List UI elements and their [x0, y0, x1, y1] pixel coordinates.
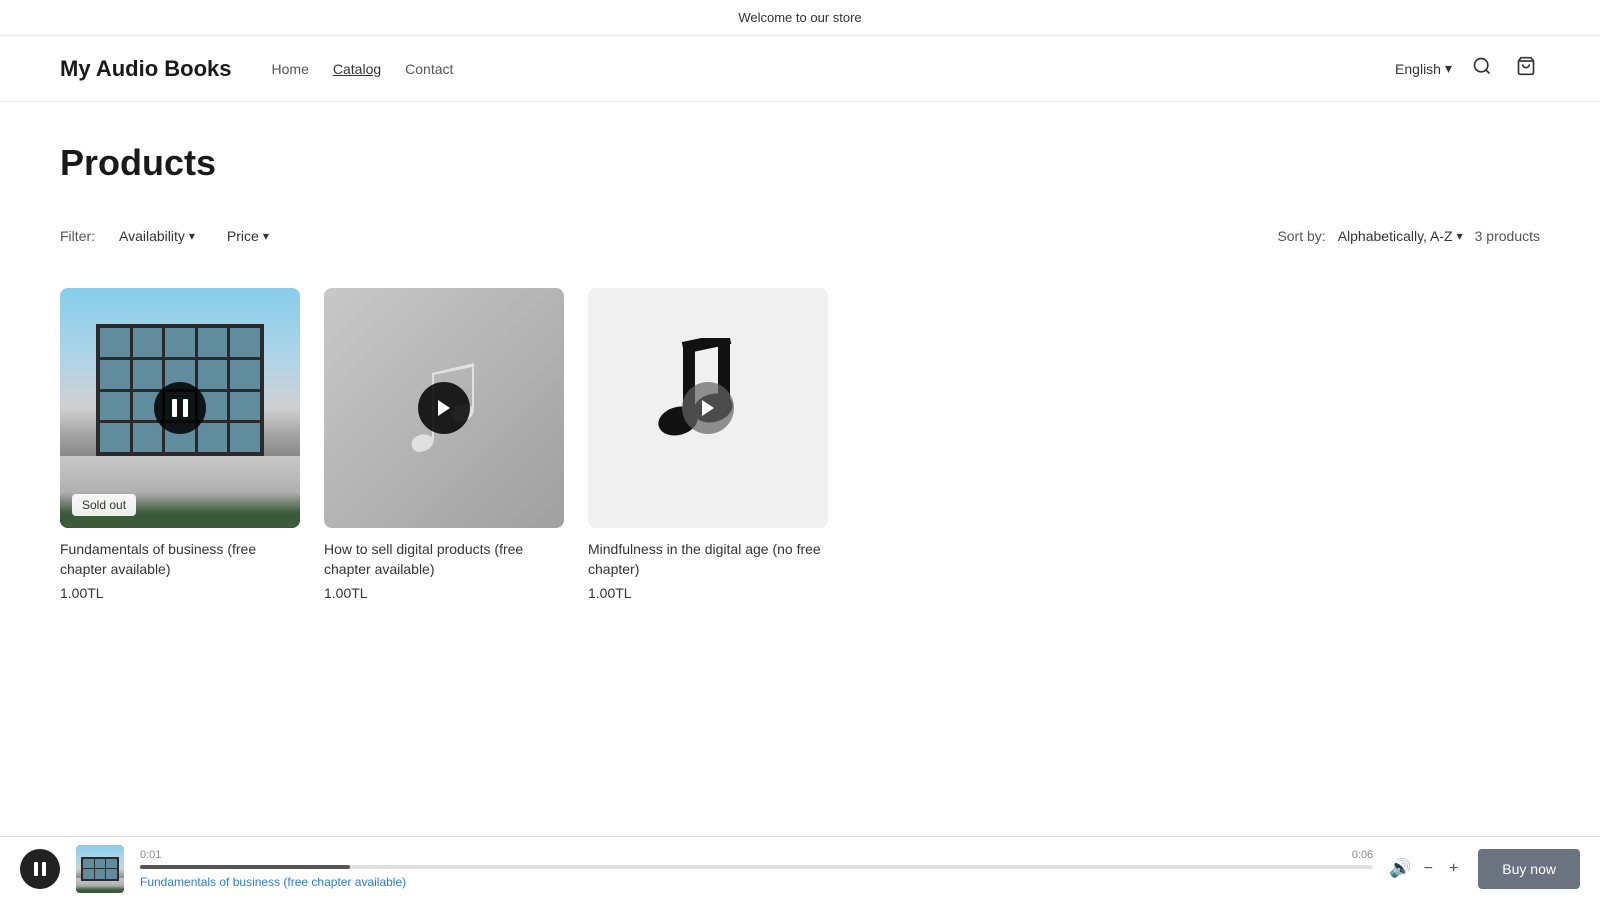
product-name-2: How to sell digital products (free chapt…	[324, 540, 564, 579]
announcement-text: Welcome to our store	[738, 10, 861, 25]
pause-icon	[172, 399, 188, 417]
nav-catalog[interactable]: Catalog	[333, 61, 381, 77]
language-selector[interactable]: English ▾	[1395, 60, 1452, 77]
product-price-3: 1.00TL	[588, 585, 828, 601]
sort-value: Alphabetically, A-Z	[1338, 228, 1453, 244]
ground	[60, 456, 300, 528]
window	[95, 869, 106, 879]
player-pause-button[interactable]	[20, 849, 60, 889]
cart-icon	[1516, 56, 1536, 76]
products-grid: Sold out Fundamentals of business (free …	[60, 288, 1540, 601]
window	[133, 360, 163, 389]
player-progress-section: 0:01 0:06 Fundamentals of business (free…	[140, 849, 1373, 889]
pause-button-overlay[interactable]	[154, 382, 206, 434]
player-progress-fill	[140, 865, 350, 869]
volume-icon: 🔊	[1389, 858, 1411, 879]
filter-sort-bar: Filter: Availability Price Sort by: Alph…	[60, 224, 1540, 264]
availability-filter[interactable]: Availability	[111, 224, 203, 248]
player-track-name: Fundamentals of business (free chapter a…	[140, 875, 1373, 889]
header: My Audio Books Home Catalog Contact Engl…	[0, 36, 1600, 102]
player-pause-icon	[34, 862, 46, 876]
volume-increase-button[interactable]: +	[1445, 858, 1462, 880]
play-icon	[436, 399, 452, 417]
player-current-time: 0:01	[140, 849, 161, 861]
window	[230, 392, 260, 421]
filter-label: Filter:	[60, 228, 95, 244]
products-count: 3 products	[1475, 228, 1540, 244]
product-card[interactable]: Sold out Fundamentals of business (free …	[60, 288, 300, 601]
availability-label: Availability	[119, 228, 185, 244]
product-card[interactable]: Mindfulness in the digital age (no free …	[588, 288, 828, 601]
window	[230, 423, 260, 452]
filter-group: Filter: Availability Price	[60, 224, 277, 248]
main-content: Products Filter: Availability Price Sort…	[0, 102, 1600, 681]
product-price-2: 1.00TL	[324, 585, 564, 601]
buy-now-button[interactable]: Buy now	[1478, 849, 1580, 889]
announcement-bar: Welcome to our store	[0, 0, 1600, 36]
window	[95, 859, 106, 869]
window	[198, 360, 228, 389]
player-progress-bar[interactable]	[140, 865, 1373, 869]
thumb-building	[81, 857, 119, 881]
window	[106, 859, 117, 869]
window	[100, 423, 130, 452]
window	[83, 859, 94, 869]
sort-label: Sort by:	[1277, 228, 1325, 244]
header-right: English ▾	[1395, 52, 1540, 85]
window	[230, 360, 260, 389]
product-name-3: Mindfulness in the digital age (no free …	[588, 540, 828, 579]
window	[230, 328, 260, 357]
window	[100, 392, 130, 421]
header-left: My Audio Books Home Catalog Contact	[60, 56, 453, 82]
play-button-overlay-3[interactable]	[682, 382, 734, 434]
product-price-1: 1.00TL	[60, 585, 300, 601]
volume-decrease-button[interactable]: −	[1420, 858, 1437, 880]
window	[198, 423, 228, 452]
play-icon	[700, 399, 716, 417]
store-title[interactable]: My Audio Books	[60, 56, 232, 82]
window	[165, 328, 195, 357]
search-icon	[1472, 56, 1492, 76]
player-time-row: 0:01 0:06	[140, 849, 1373, 861]
search-button[interactable]	[1468, 52, 1496, 85]
nav-contact[interactable]: Contact	[405, 61, 453, 77]
window	[83, 869, 94, 879]
nav-home[interactable]: Home	[272, 61, 309, 77]
sort-group: Sort by: Alphabetically, A-Z 3 products	[1277, 228, 1540, 244]
product-card[interactable]: How to sell digital products (free chapt…	[324, 288, 564, 601]
product-image-1: Sold out	[60, 288, 300, 528]
product-image-2	[324, 288, 564, 528]
main-nav: Home Catalog Contact	[272, 61, 454, 77]
audio-player-bar: 0:01 0:06 Fundamentals of business (free…	[0, 836, 1600, 900]
player-total-time: 0:06	[1352, 849, 1373, 861]
chevron-down-icon: ▾	[1445, 60, 1452, 77]
window	[133, 328, 163, 357]
player-thumbnail	[76, 845, 124, 893]
price-label: Price	[227, 228, 259, 244]
window	[198, 328, 228, 357]
window	[100, 360, 130, 389]
window	[133, 423, 163, 452]
window	[106, 869, 117, 879]
play-button-overlay-2[interactable]	[418, 382, 470, 434]
player-volume-controls: 🔊 − +	[1389, 858, 1462, 880]
sort-select[interactable]: Alphabetically, A-Z	[1338, 228, 1463, 244]
window	[100, 328, 130, 357]
cart-button[interactable]	[1512, 52, 1540, 85]
product-image-3	[588, 288, 828, 528]
price-filter[interactable]: Price	[219, 224, 277, 248]
language-label: English	[1395, 61, 1441, 77]
player-thumb-image	[76, 845, 124, 893]
sold-out-badge: Sold out	[72, 494, 136, 516]
product-name-1: Fundamentals of business (free chapter a…	[60, 540, 300, 579]
page-title: Products	[60, 142, 1540, 184]
